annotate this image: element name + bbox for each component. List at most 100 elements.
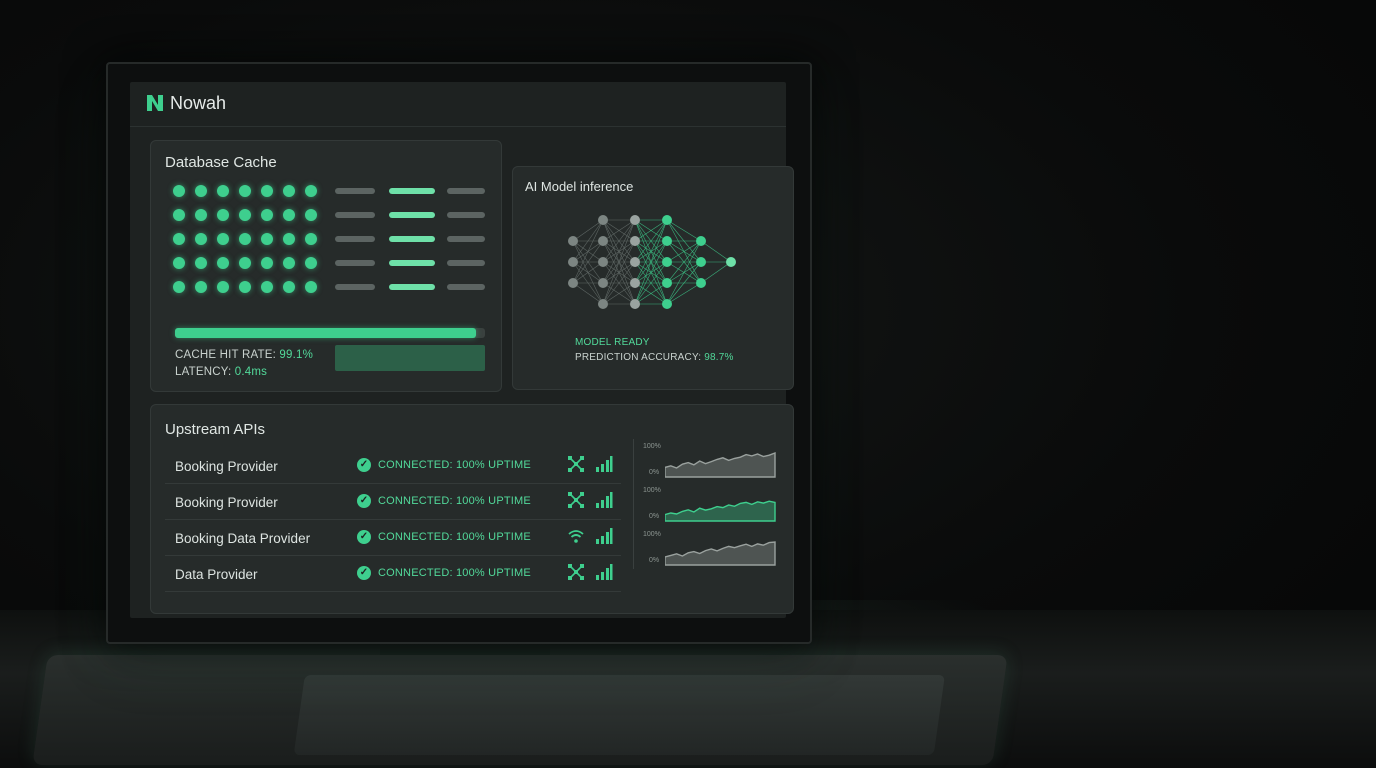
nn-node: [696, 278, 706, 288]
api-status: ✓ CONNECTED: 100% UPTIME: [357, 494, 531, 508]
cache-node-dot: [173, 281, 185, 293]
sparkline-min-label: 0%: [649, 557, 660, 564]
api-row[interactable]: Booking Provider ✓ CONNECTED: 100% UPTIME: [165, 447, 621, 484]
wifi-icon: [567, 527, 585, 545]
sparkline-max-label: 100%: [643, 531, 661, 538]
accuracy-value: 98.7%: [704, 352, 734, 363]
cache-line-bar: [447, 212, 485, 218]
cache-node-dot: [261, 233, 273, 245]
cache-node-dot: [239, 233, 251, 245]
uptime-sparkline: [665, 451, 776, 478]
nn-node: [630, 278, 640, 288]
cache-node-dot: [217, 209, 229, 221]
neural-network-diagram: [568, 215, 736, 309]
cache-line-bar: [447, 284, 485, 290]
uptime-sparkline: [665, 541, 776, 566]
cache-line-bar: [335, 236, 375, 242]
cache-node-dot: [239, 257, 251, 269]
nn-edge: [666, 282, 702, 305]
sparkline-area: [665, 500, 776, 522]
api-row[interactable]: Data Provider ✓ CONNECTED: 100% UPTIME: [165, 555, 621, 592]
cache-node-dot: [261, 257, 273, 269]
signal-bars-icon: [595, 491, 613, 509]
nn-edge: [572, 282, 604, 305]
api-status: ✓ CONNECTED: 100% UPTIME: [357, 530, 531, 544]
keyboard: [32, 655, 1008, 765]
cache-node-dot: [195, 233, 207, 245]
cache-node-dot: [217, 257, 229, 269]
cache-node-dot: [239, 185, 251, 197]
network-nodes-icon: [567, 491, 585, 509]
network-nodes-icon: [567, 455, 585, 473]
nn-node: [630, 236, 640, 246]
signal-bars-icon: [595, 455, 613, 473]
api-row[interactable]: Booking Data Provider ✓ CONNECTED: 100% UP…: [165, 519, 621, 556]
panel-title: Upstream APIs: [165, 421, 266, 438]
cache-latency: LATENCY: 0.4ms: [175, 366, 267, 378]
app-logo[interactable]: Nowah: [146, 88, 226, 118]
cache-node-dot: [173, 233, 185, 245]
check-circle-icon: ✓: [357, 458, 371, 472]
cache-line-bar: [389, 188, 435, 194]
api-status-text: CONNECTED: 100% UPTIME: [378, 495, 531, 507]
cache-line-bar: [335, 212, 375, 218]
nn-node: [662, 257, 672, 267]
sparkline-max-label: 100%: [643, 443, 661, 450]
hit-rate-progress-bar: [175, 328, 476, 338]
hit-rate-label: CACHE HIT RATE:: [175, 349, 276, 361]
cache-line-bar: [389, 260, 435, 266]
cache-node-dot: [195, 209, 207, 221]
nn-node: [662, 299, 672, 309]
sparkline-min-label: 0%: [649, 513, 660, 520]
cache-node-dot: [283, 281, 295, 293]
cache-hit-rate: CACHE HIT RATE: 99.1%: [175, 349, 313, 361]
api-status: ✓ CONNECTED: 100% UPTIME: [357, 458, 531, 472]
api-status: ✓ CONNECTED: 100% UPTIME: [357, 566, 531, 580]
nn-node: [696, 236, 706, 246]
cache-node-dot: [283, 257, 295, 269]
cache-node-dot: [173, 209, 185, 221]
sparkline-min-label: 0%: [649, 469, 660, 476]
cache-line-bar: [335, 260, 375, 266]
cache-node-dot: [305, 233, 317, 245]
nn-edge: [700, 261, 732, 284]
cache-line-bar: [447, 188, 485, 194]
api-row[interactable]: Booking Provider ✓ CONNECTED: 100% UPTIME: [165, 483, 621, 520]
nn-edge: [666, 219, 702, 242]
sparkline-max-label: 100%: [643, 487, 661, 494]
cache-node-dot: [283, 233, 295, 245]
cache-node-dot: [217, 281, 229, 293]
nn-node: [598, 278, 608, 288]
api-name: Booking Provider: [175, 495, 278, 510]
cache-node-dot: [305, 185, 317, 197]
cache-node-dot: [173, 185, 185, 197]
nn-node: [662, 278, 672, 288]
cache-line-bar: [389, 212, 435, 218]
top-bar: Nowah: [130, 82, 786, 127]
check-circle-icon: ✓: [357, 530, 371, 544]
cache-node-dot: [261, 281, 273, 293]
nn-node: [598, 299, 608, 309]
nn-edge: [572, 219, 604, 242]
monitor: Nowah Database Cache CACHE HIT RATE: 99.…: [106, 62, 812, 644]
sparkline-area: [665, 541, 776, 566]
cache-node-dot: [283, 185, 295, 197]
nn-edge: [700, 240, 732, 263]
api-status-text: CONNECTED: 100% UPTIME: [378, 531, 531, 543]
database-cache-panel: Database Cache CACHE HIT RATE: 99.1% LAT…: [150, 140, 502, 392]
nn-node: [630, 299, 640, 309]
cache-node-dot: [261, 209, 273, 221]
nn-node: [630, 215, 640, 225]
nn-node: [598, 215, 608, 225]
nn-node: [662, 215, 672, 225]
cache-node-dot: [283, 209, 295, 221]
nn-node: [630, 257, 640, 267]
cache-node-dot: [305, 209, 317, 221]
accuracy-label: PREDICTION ACCURACY:: [575, 352, 702, 363]
model-status: MODEL READY: [575, 337, 650, 348]
cache-node-dot: [217, 185, 229, 197]
check-circle-icon: ✓: [357, 566, 371, 580]
latency-value: 0.4ms: [234, 366, 268, 378]
cache-line-bar: [447, 260, 485, 266]
nn-node: [598, 236, 608, 246]
